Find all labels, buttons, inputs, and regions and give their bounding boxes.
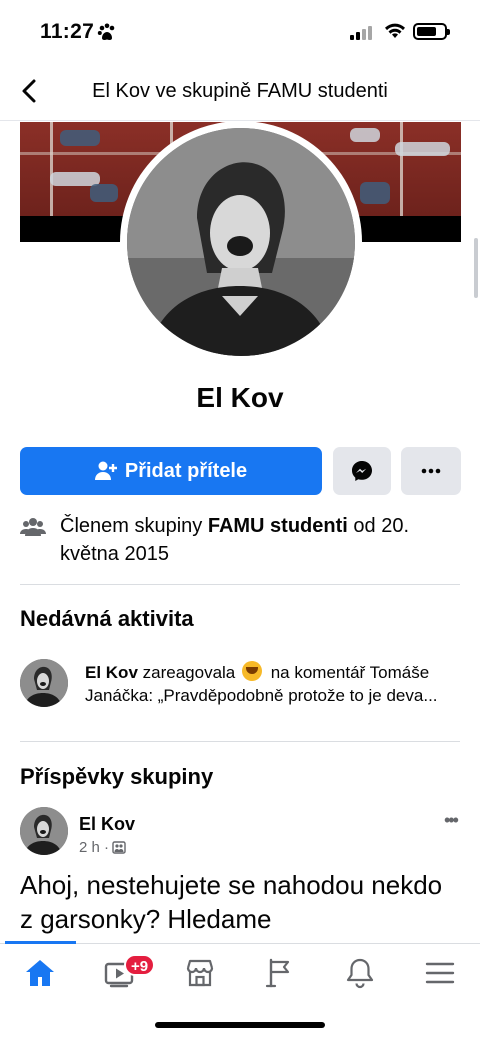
post-author-avatar[interactable] [20, 807, 68, 855]
add-friend-label: Přidat přítele [124, 459, 248, 482]
activity-verb: zareagovala [137, 663, 240, 682]
home-indicator[interactable] [155, 1022, 325, 1028]
add-friend-button[interactable]: Přidat přítele [20, 447, 322, 495]
marketplace-icon[interactable] [183, 956, 217, 990]
add-friend-icon [94, 461, 117, 480]
cellular-signal-icon [350, 24, 372, 40]
activity-description[interactable]: El Kov zareagovala na komentář Tomáše Ja… [85, 661, 460, 707]
video-notification-badge: +9 [124, 954, 156, 976]
scrollbar[interactable] [474, 238, 478, 298]
recent-activity-title: Nedávná aktivita [20, 606, 194, 631]
section-divider [20, 741, 460, 742]
notifications-bell-icon[interactable] [343, 956, 377, 990]
pages-flag-icon[interactable] [263, 956, 297, 990]
section-divider [20, 584, 460, 585]
group-posts-title: Příspěvky skupiny [20, 764, 214, 789]
profile-name: El Kov [196, 382, 284, 413]
wifi-icon [385, 23, 405, 38]
post-options-icon[interactable]: ••• [444, 810, 459, 831]
more-dots-icon [421, 468, 441, 474]
menu-icon[interactable] [423, 956, 457, 990]
activity-rest: na komentář Tomáše [265, 663, 430, 682]
paw-icon [97, 23, 115, 40]
messenger-button[interactable] [333, 447, 391, 495]
post-meta: 2 h · [79, 839, 126, 856]
membership-prefix: Členem skupiny [60, 515, 208, 537]
messenger-icon [352, 461, 372, 481]
haha-reaction-icon [241, 661, 262, 681]
post-time[interactable]: 2 h · [79, 839, 109, 856]
battery-icon [413, 23, 450, 40]
status-time: 11:27 [40, 20, 95, 43]
activity-comment-excerpt: Janáčka: „Pravděpodobně protože to je de… [85, 686, 438, 705]
activity-avatar[interactable] [20, 659, 68, 707]
group-name-link[interactable]: FAMU studenti [208, 515, 348, 537]
profile-picture[interactable] [127, 128, 355, 356]
activity-author[interactable]: El Kov [85, 663, 138, 682]
group-privacy-icon [112, 841, 126, 854]
more-options-button[interactable] [401, 447, 461, 495]
page-title: El Kov ve skupině FAMU studenti [92, 80, 388, 102]
status-bar: 11:27 [0, 0, 480, 62]
home-icon[interactable] [23, 956, 57, 990]
post-body-text: Ahoj, nestehujete se nahodou nekdo z gar… [20, 870, 443, 934]
post-author-name[interactable]: El Kov [79, 814, 135, 835]
active-tab-indicator [5, 941, 76, 944]
top-navigation: El Kov ve skupině FAMU studenti [0, 62, 480, 120]
group-members-icon [20, 518, 46, 536]
